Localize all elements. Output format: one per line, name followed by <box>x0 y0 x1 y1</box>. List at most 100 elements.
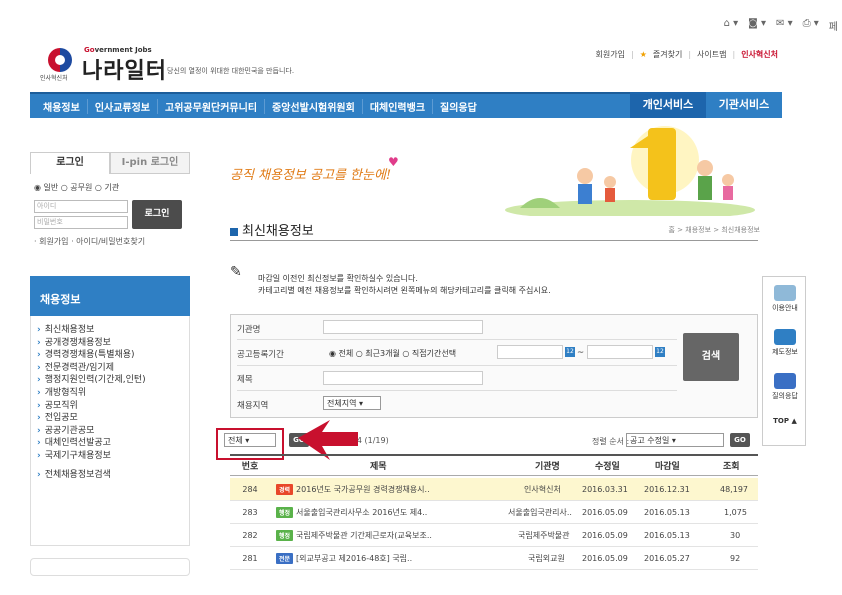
start-date-input[interactable] <box>497 345 563 359</box>
quick-item-guide[interactable]: 이용안내 <box>763 285 807 313</box>
sidebar-item-public-offering[interactable]: 공모직위 <box>37 400 189 413</box>
table-row[interactable]: 281 전문 [외교부공고 제2016-48호] 국립.. 국립외교원 2016.… <box>230 547 758 570</box>
main-nav: 채용정보 인사교류정보 고위공무원단커뮤니티 중앙선발시험위원회 대체인력뱅크 … <box>30 92 782 118</box>
government-logo-icon[interactable] <box>48 48 72 72</box>
login-button[interactable]: 로그인 <box>132 200 182 229</box>
job-title-link[interactable]: 국립제주박물관 기간제근로자(교육보조.. <box>296 530 432 541</box>
category-tag: 전문 <box>276 552 294 564</box>
sort-go-button[interactable]: GO <box>730 433 750 447</box>
table-row[interactable]: 284 경력 2016년도 국가공무원 경력경쟁채용시.. 인사혁신처 2016.… <box>230 478 758 501</box>
home-icon[interactable]: ⌂ ▾ <box>724 18 739 33</box>
mail-icon[interactable]: ✉ ▾ <box>776 18 793 33</box>
title-divider <box>230 240 758 241</box>
period-radios[interactable]: ◉ 전체 ○ 최근3개월 ○ 직접기간선택 <box>329 348 456 359</box>
main-nav-items: 채용정보 인사교류정보 고위공무원단커뮤니티 중앙선발시험위원회 대체인력뱅크 … <box>36 94 484 118</box>
category-tag: 행정 <box>276 506 294 518</box>
agency-input[interactable] <box>323 320 483 334</box>
nav-item-jobs[interactable]: 채용정보 <box>36 98 88 114</box>
sidebar-item-international[interactable]: 국제기구채용정보 <box>37 450 189 463</box>
end-date-input[interactable] <box>587 345 653 359</box>
period-label: 공고등록기간 <box>237 350 284 360</box>
tab-ipin-login[interactable]: I-pin 로그인 <box>110 152 190 174</box>
sidebar-item-substitute[interactable]: 대체인력선발공고 <box>37 437 189 450</box>
search-form: 기관명 공고등록기간 ◉ 전체 ○ 최근3개월 ○ 직접기간선택 12 ~ 12… <box>230 314 758 418</box>
user-id-field[interactable]: 아이디 <box>34 200 128 213</box>
personal-service-tab[interactable]: 개인서비스 <box>630 92 706 118</box>
tab-login[interactable]: 로그인 <box>30 152 110 174</box>
sidebar-item-transfer[interactable]: 전입공모 <box>37 412 189 425</box>
sort-select[interactable]: 공고 수정일 ▾ <box>626 433 724 447</box>
calendar-icon[interactable]: 12 <box>565 347 575 357</box>
heart-icon: ♥ <box>388 155 399 169</box>
sidebar-item-search-all[interactable]: 전체채용정보검색 <box>37 469 189 482</box>
notice-text: 마감일 이전인 최신정보를 확인하실수 있습니다. 카테고리별 예전 채용정보를… <box>258 274 551 295</box>
title-label: 제목 <box>237 375 253 385</box>
browser-toolbar-icons: ⌂ ▾ ◙ ▾ ✉ ▾ ⎙ ▾ 페 <box>724 18 838 33</box>
mouse-icon <box>774 285 796 301</box>
sidebar-item-open-competition[interactable]: 공개경쟁채용정보 <box>37 337 189 350</box>
login-panel: 로그인 I-pin 로그인 ◉ 일반 ○ 공무원 ○ 기관 아이디 비밀번호 로… <box>30 152 190 262</box>
category-tag: 경력 <box>276 483 294 495</box>
sidebar-item-latest[interactable]: 최신채용정보 <box>37 324 189 337</box>
agency-service-tab[interactable]: 기관서비스 <box>706 92 782 118</box>
quick-menu: 이용안내 제도정보 질의응답 TOP ▲ <box>762 276 806 446</box>
title-bullet-icon <box>230 227 238 236</box>
category-select[interactable]: 전체 ▾ <box>224 433 276 447</box>
sidebar-bottom-banner[interactable] <box>30 558 190 576</box>
quick-item-system-info[interactable]: 제도정보 <box>763 329 807 357</box>
nav-item-qna[interactable]: 질의응답 <box>433 99 484 114</box>
search-button[interactable]: 검색 <box>683 333 739 381</box>
sidebar-item-open-position[interactable]: 개방형직위 <box>37 387 189 400</box>
pencil-icon: ✎ <box>230 264 242 280</box>
job-title-link[interactable]: [외교부공고 제2016-48호] 국립.. <box>296 553 412 564</box>
calendar-icon[interactable]: 12 <box>655 347 665 357</box>
site-header: 인사혁신처 Government Jobs 나라일터 당신의 열정이 위대한 대… <box>30 38 782 86</box>
sidebar-item-career[interactable]: 경력경쟁채용(특별채용) <box>37 349 189 362</box>
sidebar-item-specialist[interactable]: 전문경력관/임기제 <box>37 362 189 375</box>
login-type-radios[interactable]: ◉ 일반 ○ 공무원 ○ 기관 <box>34 182 119 193</box>
title-input[interactable] <box>323 371 483 385</box>
banner-illustration <box>505 126 755 216</box>
sidebar-title: 채용정보 <box>30 276 190 316</box>
password-field[interactable]: 비밀번호 <box>34 216 128 229</box>
breadcrumb: 홈 > 채용정보 > 최신채용정보 <box>668 226 760 234</box>
job-title-link[interactable]: 2016년도 국가공무원 경력경쟁채용시.. <box>296 484 430 495</box>
nav-item-community[interactable]: 고위공무원단커뮤니티 <box>158 98 266 114</box>
region-select[interactable]: 전체지역 ▾ <box>323 396 381 410</box>
browser-toolbar: ⌂ ▾ ◙ ▾ ✉ ▾ ⎙ ▾ 페 <box>0 0 842 38</box>
site-logo-title[interactable]: 나라일터 <box>82 53 167 85</box>
nav-item-exchange[interactable]: 인사교류정보 <box>88 98 159 114</box>
page-icon[interactable]: 페 <box>829 18 838 33</box>
logo-agency-label: 인사혁신처 <box>40 75 68 82</box>
star-icon: ★ <box>639 50 647 59</box>
account-links[interactable]: · 회원가입 · 아이디/비밀번호찾기 <box>34 236 145 247</box>
service-tabs: 개인서비스 기관서비스 <box>630 92 782 118</box>
feeds-icon[interactable]: ◙ ▾ <box>748 18 766 33</box>
quick-item-qna[interactable]: 질의응답 <box>763 373 807 401</box>
job-title-link[interactable]: 서울출입국관리사무소 2016년도 제4.. <box>296 507 427 518</box>
page-title: 최신채용정보 <box>230 220 314 239</box>
print-icon[interactable]: ⎙ ▾ <box>803 18 819 33</box>
signup-link[interactable]: 회원가입 <box>596 49 625 60</box>
login-tabs: 로그인 I-pin 로그인 <box>30 152 190 174</box>
sidebar-item-admin-support[interactable]: 행정지원인력(기간제,인턴) <box>37 374 189 387</box>
region-label: 채용지역 <box>237 401 269 411</box>
table-header: 번호 제목 기관명 수정일 마감일 조회 <box>230 454 758 476</box>
sitemap-link[interactable]: 사이트맵 <box>697 49 726 60</box>
sidebar-item-public-agency[interactable]: 공공기관공모 <box>37 425 189 438</box>
banner-text: 공직 채용정보 공고를 한눈에! <box>230 168 392 183</box>
site-slogan: 당신의 열정이 위대한 대한민국을 만듭니다. <box>167 67 295 75</box>
table-row[interactable]: 282 행정 국립제주박물관 기간제근로자(교육보조.. 국립제주박물관 2016… <box>230 524 758 547</box>
book-icon <box>774 329 796 345</box>
nav-item-committee[interactable]: 중앙선발시험위원회 <box>265 98 363 114</box>
sort-label: 정렬 순서 : <box>592 437 630 446</box>
top-button[interactable]: TOP ▲ <box>763 417 807 425</box>
sidebar-menu: 최신채용정보 공개경쟁채용정보 경력경쟁채용(특별채용) 전문경력관/임기제 행… <box>30 316 190 546</box>
favorites-link[interactable]: 즐겨찾기 <box>653 49 682 60</box>
agency-label: 기관명 <box>237 325 261 335</box>
category-tag: 행정 <box>276 529 294 541</box>
monitor-icon <box>774 373 796 389</box>
nav-item-substitute[interactable]: 대체인력뱅크 <box>363 98 434 114</box>
table-row[interactable]: 283 행정 서울출입국관리사무소 2016년도 제4.. 서울출입국관리사.. … <box>230 501 758 524</box>
mpm-link[interactable]: 인사혁신처 <box>741 49 778 60</box>
